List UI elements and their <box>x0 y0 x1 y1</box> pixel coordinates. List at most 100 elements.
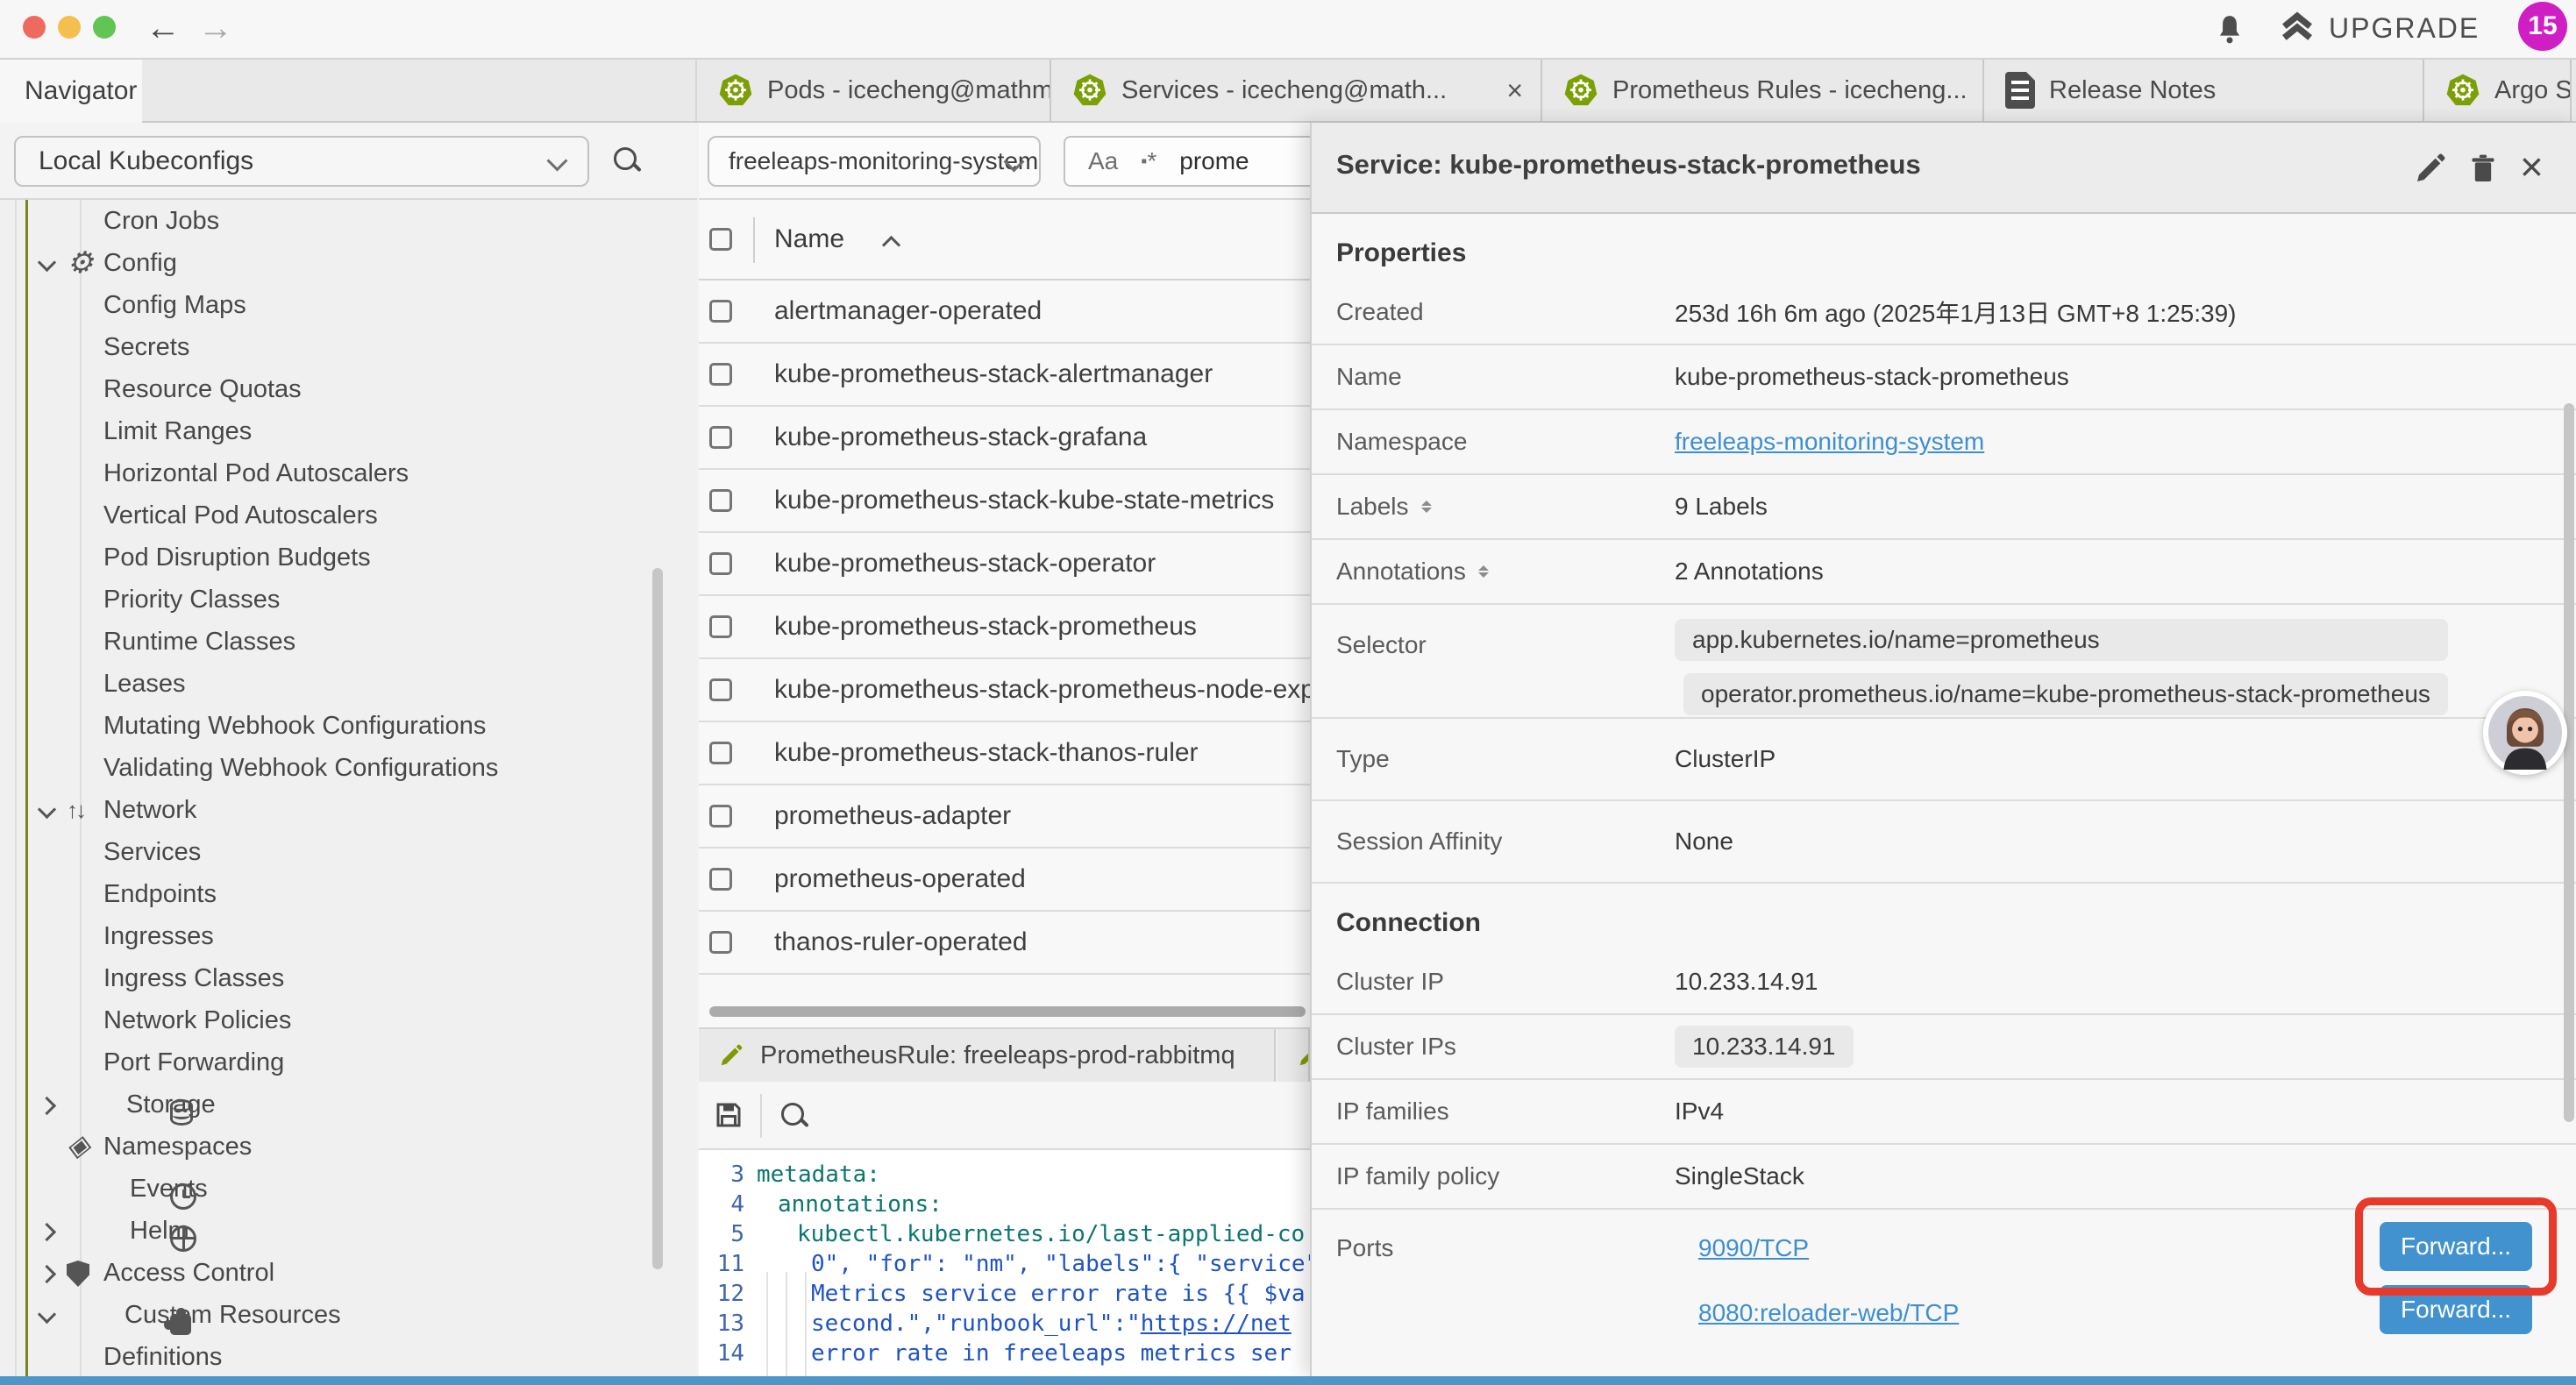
kubeconfig-select[interactable]: Local Kubeconfigs <box>14 136 589 187</box>
table-row[interactable]: kube-prometheus-stack-alertmanager <box>699 344 1310 407</box>
cluster-tab[interactable]: Prometheus Rules - icecheng... <box>1542 60 1984 121</box>
tree-chevron-icon[interactable] <box>38 1305 56 1324</box>
sidebar-item-label: Vertical Pod Autoscalers <box>103 501 378 530</box>
dock-tab-partial[interactable] <box>1277 1029 1310 1083</box>
cluster-tab[interactable]: Release Notes <box>1984 60 2424 121</box>
save-icon[interactable] <box>713 1099 744 1131</box>
sidebar-item[interactable]: Network Policies <box>0 999 697 1041</box>
port-link-8080[interactable]: 8080:reloader-web/TCP <box>1698 1299 1959 1327</box>
panel-scrollbar[interactable] <box>2564 403 2574 1122</box>
sidebar-item[interactable]: Namespaces <box>0 1126 697 1168</box>
regex-icon[interactable]: * <box>1141 147 1156 175</box>
cluster-tab[interactable]: Argo Se <box>2424 60 2572 121</box>
navigator-tab[interactable]: Navigator <box>0 60 142 123</box>
sidebar-item[interactable]: Limit Ranges <box>0 410 697 452</box>
port-link-9090[interactable]: 9090/TCP <box>1698 1234 1809 1262</box>
table-row[interactable]: kube-prometheus-stack-grafana <box>699 407 1310 470</box>
table-row[interactable]: kube-prometheus-stack-kube-state-metrics <box>699 470 1310 533</box>
sidebar-item[interactable]: Endpoints <box>0 873 697 915</box>
sidebar-item[interactable]: Access Control <box>0 1252 697 1294</box>
row-checkbox[interactable] <box>709 742 732 764</box>
table-row[interactable]: kube-prometheus-stack-thanos-ruler <box>699 722 1310 785</box>
close-panel-icon[interactable] <box>2520 151 2555 186</box>
tree-chevron-icon[interactable] <box>38 800 56 819</box>
table-row[interactable]: alertmanager-operated <box>699 281 1310 344</box>
row-checkbox[interactable] <box>709 615 732 638</box>
notification-count-badge[interactable]: 15 <box>2518 2 2567 51</box>
sidebar-item[interactable]: Runtime Classes <box>0 621 697 663</box>
sidebar-item[interactable]: Config Maps <box>0 284 697 326</box>
cluster-tab[interactable]: Pods - icecheng@mathmas... <box>697 60 1051 121</box>
row-checkbox[interactable] <box>709 489 732 512</box>
window-close-button[interactable] <box>23 16 46 39</box>
sidebar-item[interactable]: Storage <box>0 1083 697 1126</box>
editor-search-icon[interactable] <box>781 1103 808 1129</box>
sidebar-item[interactable]: Definitions <box>0 1336 697 1376</box>
table-row[interactable]: thanos-ruler-operated <box>699 912 1310 975</box>
dock-tab-prometheusrule[interactable]: PrometheusRule: freeleaps-prod-rabbitmq <box>699 1029 1276 1083</box>
sidebar-item[interactable]: Cron Jobs <box>0 200 697 242</box>
cluster-tab[interactable]: Services - icecheng@math... <box>1051 60 1542 121</box>
edit-icon[interactable] <box>2413 151 2448 186</box>
list-search-input[interactable]: Aa * prome <box>1064 136 1310 187</box>
sidebar-item[interactable]: Ingress Classes <box>0 957 697 999</box>
sidebar-item[interactable]: Events <box>0 1168 697 1210</box>
expand-sort-icon[interactable] <box>1420 494 1434 520</box>
window-minimize-button[interactable] <box>58 16 81 39</box>
sidebar-item[interactable]: Custom Resources <box>0 1294 697 1336</box>
match-case-icon[interactable]: Aa <box>1088 147 1118 175</box>
tree-chevron-icon[interactable] <box>38 1223 56 1241</box>
expand-sort-icon[interactable] <box>1477 558 1491 585</box>
yaml-editor[interactable]: 3 metadata: 4 annotations: 5 kubectl.kub… <box>699 1150 1310 1376</box>
table-row[interactable]: kube-prometheus-stack-prometheus-node-ex… <box>699 659 1310 722</box>
tree-chevron-icon[interactable] <box>38 1097 56 1115</box>
user-avatar[interactable] <box>2483 691 2567 775</box>
sidebar-item[interactable]: Horizontal Pod Autoscalers <box>0 452 697 494</box>
back-icon[interactable]: ← <box>146 5 181 51</box>
tree-chevron-icon[interactable] <box>38 1265 56 1283</box>
table-row[interactable]: prometheus-operated <box>699 849 1310 912</box>
tree-item-icon <box>67 1133 95 1161</box>
sidebar-item[interactable]: Vertical Pod Autoscalers <box>0 494 697 536</box>
sidebar-item[interactable]: Mutating Webhook Configurations <box>0 705 697 747</box>
table-row[interactable]: kube-prometheus-stack-operator <box>699 533 1310 596</box>
table-row[interactable]: prometheus-adapter <box>699 785 1310 849</box>
tree-item-icon <box>170 1183 196 1210</box>
row-checkbox[interactable] <box>709 678 732 701</box>
forward-icon[interactable]: → <box>198 5 233 51</box>
notifications-bell-icon[interactable] <box>2213 12 2246 47</box>
sidebar-item[interactable]: Leases <box>0 663 697 705</box>
sidebar-item[interactable]: Resource Quotas <box>0 368 697 410</box>
name-column-header[interactable]: Name <box>774 224 844 254</box>
select-all-checkbox[interactable] <box>709 228 732 251</box>
sort-ascending-icon[interactable] <box>882 236 900 254</box>
sidebar-item[interactable]: Secrets <box>0 326 697 368</box>
sidebar-search-icon[interactable] <box>614 147 640 174</box>
row-checkbox[interactable] <box>709 300 732 323</box>
namespace-link[interactable]: freeleaps-monitoring-system <box>1675 428 1984 456</box>
table-row[interactable]: kube-prometheus-stack-prometheus <box>699 596 1310 659</box>
sidebar-item[interactable]: Config <box>0 242 697 284</box>
row-checkbox[interactable] <box>709 363 732 386</box>
sidebar-item[interactable]: Pod Disruption Budgets <box>0 536 697 579</box>
tree-chevron-icon[interactable] <box>38 253 56 272</box>
close-tab-icon[interactable] <box>1506 75 1523 107</box>
sidebar-item[interactable]: Services <box>0 831 697 873</box>
window-zoom-button[interactable] <box>93 16 116 39</box>
sidebar-item[interactable]: Network <box>0 789 697 831</box>
row-checkbox[interactable] <box>709 931 732 954</box>
sidebar-item[interactable]: Priority Classes <box>0 579 697 621</box>
row-checkbox[interactable] <box>709 426 732 449</box>
row-checkbox[interactable] <box>709 805 732 827</box>
row-checkbox[interactable] <box>709 552 732 575</box>
sidebar-scrollbar[interactable] <box>652 568 663 1269</box>
sidebar-item[interactable]: Ingresses <box>0 915 697 957</box>
sidebar-item[interactable]: Validating Webhook Configurations <box>0 747 697 789</box>
delete-trash-icon[interactable] <box>2466 151 2501 186</box>
sidebar-item[interactable]: Port Forwarding <box>0 1041 697 1083</box>
row-checkbox[interactable] <box>709 868 732 891</box>
horizontal-scrollbar[interactable] <box>709 1006 1306 1017</box>
namespace-select[interactable]: freeleaps-monitoring-system <box>708 136 1041 187</box>
upgrade-button[interactable]: UPGRADE <box>2278 9 2480 47</box>
sidebar-item[interactable]: Helm <box>0 1210 697 1252</box>
